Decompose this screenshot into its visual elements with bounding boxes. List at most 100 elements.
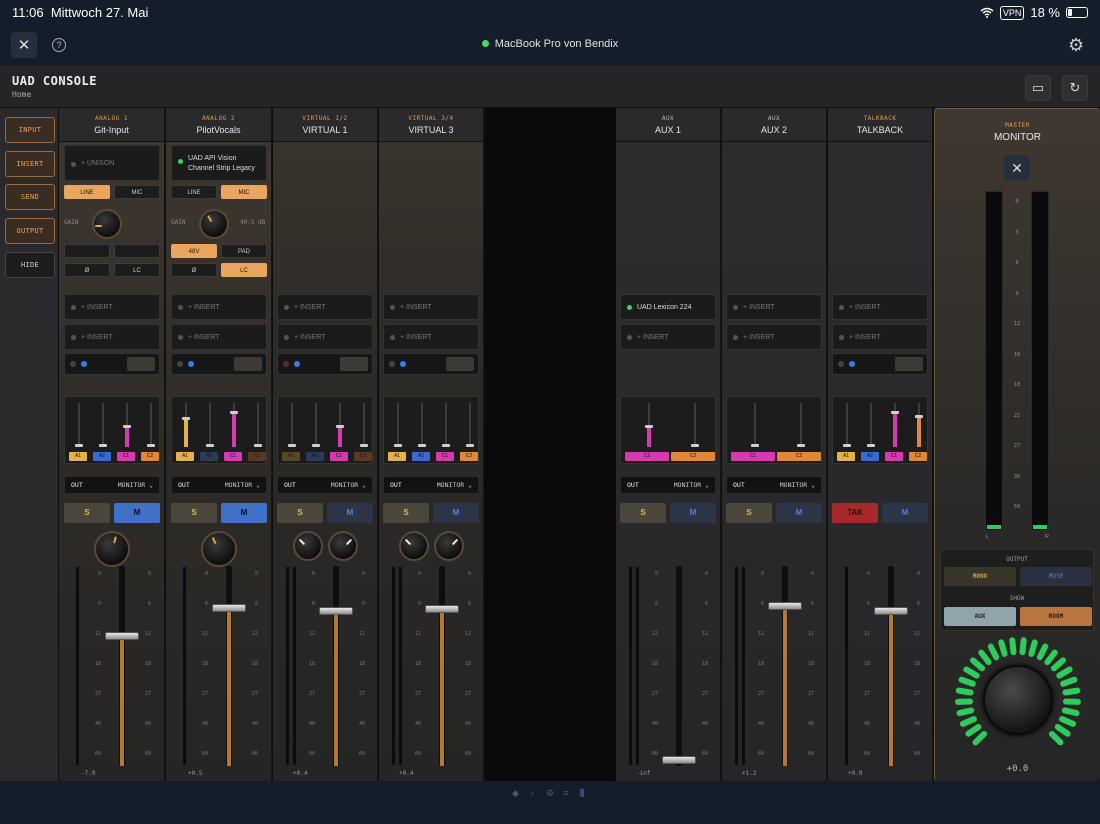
volume-fader-track[interactable] — [333, 566, 339, 766]
page-home-icon[interactable]: ◆ — [512, 788, 519, 799]
channel-header[interactable]: TALKBACK TALKBACK — [828, 108, 932, 142]
page-list-icon[interactable]: ≡ — [563, 788, 568, 798]
send-c1-fader[interactable] — [891, 403, 899, 447]
volume-fader-handle[interactable] — [425, 605, 459, 613]
insert-slot-1[interactable]: + INSERT — [383, 294, 479, 320]
line-button[interactable]: LINE — [171, 185, 217, 199]
output-select[interactable]: OUT MONITOR ⌄ — [277, 476, 373, 494]
send-c1-fader[interactable] — [442, 403, 450, 447]
channel-header[interactable]: VIRTUAL 1/2 VIRTUAL 1 — [273, 108, 377, 142]
send-c2-fader[interactable] — [254, 403, 262, 447]
output-select[interactable]: OUT MONITOR ⌄ — [620, 476, 716, 494]
line-button[interactable]: LINE — [64, 185, 110, 199]
pan-right-knob[interactable] — [328, 531, 358, 561]
insert-slot-1[interactable]: UAD Lexicon 224 — [620, 294, 716, 320]
send-c1-fader[interactable] — [751, 403, 759, 447]
nav-insert-button[interactable]: INSERT — [5, 151, 55, 177]
nav-output-button[interactable]: OUTPUT — [5, 218, 55, 244]
lowcut-button[interactable]: LC — [221, 263, 267, 277]
refresh-button[interactable]: ↻ — [1062, 75, 1088, 101]
pan-right-knob[interactable] — [434, 531, 464, 561]
send-c1-fader[interactable] — [230, 403, 238, 447]
mute-button[interactable]: M — [221, 503, 267, 523]
output-select[interactable]: OUT MONITOR ⌄ — [64, 476, 160, 494]
plugin-slot[interactable]: UAD API Vision Channel Strip Legacy — [171, 145, 267, 181]
mute-button[interactable]: M — [882, 503, 928, 523]
send-a2-fader[interactable] — [418, 403, 426, 447]
send-a2-fader[interactable] — [867, 403, 875, 447]
channel-header[interactable]: AUX AUX 1 — [616, 108, 720, 142]
pan-knob[interactable] — [201, 531, 237, 567]
routing-strip[interactable] — [64, 353, 160, 375]
page-music-icon[interactable]: ♪ — [530, 788, 535, 798]
send-c2-fader[interactable] — [147, 403, 155, 447]
folder-button[interactable]: ▭ — [1025, 75, 1051, 101]
solo-button[interactable]: S — [620, 503, 666, 523]
volume-fader-handle[interactable] — [212, 604, 246, 612]
mute-button[interactable]: M — [776, 503, 822, 523]
pan-left-knob[interactable] — [293, 531, 323, 561]
solo-button[interactable]: S — [171, 503, 217, 523]
insert-slot-2[interactable]: + INSERT — [171, 324, 267, 350]
blank-button-2[interactable] — [114, 244, 160, 258]
lowcut-button[interactable]: LC — [114, 263, 160, 277]
insert-slot-1[interactable]: + INSERT — [832, 294, 928, 320]
talkback-button[interactable]: TAK — [832, 503, 878, 523]
volume-fader-handle[interactable] — [319, 607, 353, 615]
send-c2-fader[interactable] — [797, 403, 805, 447]
send-a1-fader[interactable] — [75, 403, 83, 447]
solo-button[interactable]: S — [726, 503, 772, 523]
send-a2-fader[interactable] — [99, 403, 107, 447]
page-settings-icon[interactable]: ⚙ — [546, 788, 554, 799]
volume-fader-handle[interactable] — [662, 756, 696, 764]
solo-button[interactable]: S — [383, 503, 429, 523]
output-select[interactable]: OUT MONITOR ⌄ — [726, 476, 822, 494]
page-mixer-icon[interactable]: ⫼ — [580, 788, 584, 799]
mute-button[interactable]: M — [114, 503, 160, 523]
mute-button[interactable]: M — [670, 503, 716, 523]
channel-header[interactable]: ANALOG 1 Git-Input — [59, 108, 164, 142]
pan-knob[interactable] — [94, 531, 130, 567]
send-c2-fader[interactable] — [466, 403, 474, 447]
phantom-48v-button[interactable]: 48V — [171, 244, 217, 258]
send-a1-fader[interactable] — [394, 403, 402, 447]
insert-slot-1[interactable]: + INSERT — [726, 294, 822, 320]
send-a2-fader[interactable] — [312, 403, 320, 447]
send-a1-fader[interactable] — [288, 403, 296, 447]
volume-fader-track[interactable] — [782, 566, 788, 766]
send-c1-fader[interactable] — [336, 403, 344, 447]
phase-button[interactable]: Ø — [171, 263, 217, 277]
routing-strip[interactable] — [277, 353, 373, 375]
insert-slot-2[interactable]: + INSERT — [383, 324, 479, 350]
volume-fader-track[interactable] — [119, 566, 125, 766]
volume-fader-track[interactable] — [888, 566, 894, 766]
volume-fader-track[interactable] — [439, 566, 445, 766]
send-c1-fader[interactable] — [123, 403, 131, 447]
mute-button[interactable]: M — [327, 503, 373, 523]
send-c1-fader[interactable] — [645, 403, 653, 447]
unison-slot[interactable]: + UNISON — [64, 145, 160, 181]
send-c2-fader[interactable] — [360, 403, 368, 447]
channel-header[interactable]: AUX AUX 2 — [722, 108, 826, 142]
mono-button[interactable]: MONO — [944, 567, 1016, 586]
volume-fader-track[interactable] — [226, 566, 232, 766]
gain-knob[interactable] — [92, 209, 122, 239]
routing-strip[interactable] — [171, 353, 267, 375]
insert-slot-1[interactable]: + INSERT — [277, 294, 373, 320]
mic-button[interactable]: MIC — [221, 185, 267, 199]
nav-hide-button[interactable]: HIDE — [5, 252, 55, 278]
routing-strip[interactable] — [383, 353, 479, 375]
send-a1-fader[interactable] — [182, 403, 190, 447]
send-a2-fader[interactable] — [206, 403, 214, 447]
gain-knob[interactable] — [199, 209, 229, 239]
routing-strip[interactable] — [832, 353, 928, 375]
output-select[interactable]: OUT MONITOR ⌄ — [171, 476, 267, 494]
nav-send-button[interactable]: SEND — [5, 184, 55, 210]
monitor-level-knob[interactable] — [983, 665, 1053, 735]
insert-slot-2[interactable]: + INSERT — [277, 324, 373, 350]
insert-slot-2[interactable]: + INSERT — [832, 324, 928, 350]
mic-button[interactable]: MIC — [114, 185, 160, 199]
insert-slot-2[interactable]: + INSERT — [726, 324, 822, 350]
blank-button-1[interactable] — [64, 244, 110, 258]
channel-header[interactable]: ANALOG 2 PilotVocals — [166, 108, 271, 142]
